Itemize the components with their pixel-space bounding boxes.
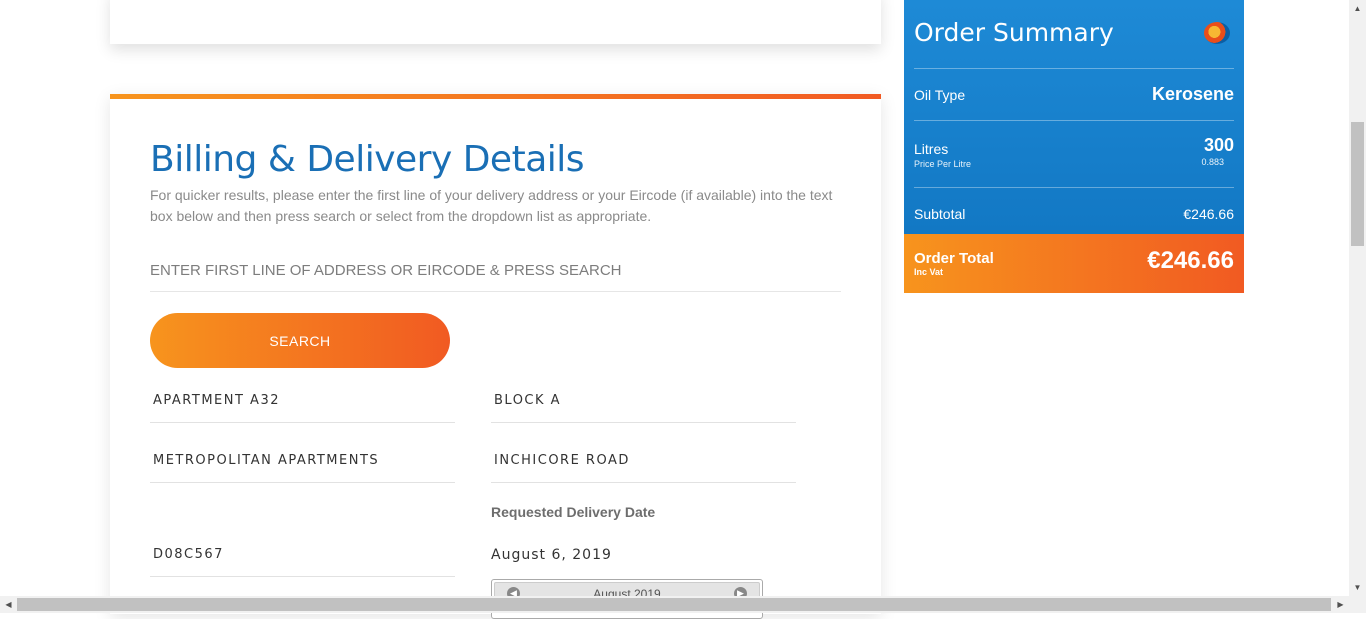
order-total-label: Order Total <box>914 250 994 267</box>
order-total-bar: Order Total Inc Vat €246.66 <box>904 234 1244 293</box>
scroll-right-icon[interactable]: ▶ <box>1332 600 1349 609</box>
address-line1-field[interactable] <box>150 379 455 423</box>
brand-logo-icon <box>1204 22 1230 44</box>
address-search-input[interactable] <box>150 249 841 292</box>
search-button[interactable]: SEARCH <box>150 313 450 368</box>
order-summary-title: Order Summary <box>914 18 1114 47</box>
scroll-down-icon[interactable]: ▼ <box>1349 583 1366 592</box>
vertical-scrollbar[interactable]: ▲ ▼ <box>1349 0 1366 596</box>
litres-row: Litres Price Per Litre 300 0.883 <box>914 120 1234 187</box>
vertical-scroll-thumb[interactable] <box>1351 122 1364 246</box>
address-line4-field[interactable] <box>491 439 796 483</box>
address-line3-field[interactable] <box>150 439 455 483</box>
page-title: Billing & Delivery Details <box>150 139 585 180</box>
litres-value: 300 <box>1203 135 1234 155</box>
horizontal-scrollbar[interactable]: ◀ ▶ <box>0 596 1366 613</box>
price-per-litre-label: Price Per Litre <box>914 159 972 169</box>
litres-label: Litres <box>914 141 949 157</box>
inc-vat-label: Inc Vat <box>914 267 944 277</box>
address-line2-field[interactable] <box>491 379 796 423</box>
scroll-left-icon[interactable]: ◀ <box>0 600 17 609</box>
scroll-up-icon[interactable]: ▲ <box>1349 4 1366 13</box>
order-summary-panel: Order Summary Oil Type Kerosene Litres P… <box>904 0 1244 234</box>
oil-type-label: Oil Type <box>914 87 966 103</box>
delivery-date-label: Requested Delivery Date <box>491 504 656 520</box>
eircode-field[interactable] <box>150 533 455 577</box>
previous-section-card <box>110 0 881 44</box>
billing-delivery-card: Billing & Delivery Details For quicker r… <box>110 94 881 619</box>
oil-type-value: Kerosene <box>1151 84 1234 104</box>
instructions-text: For quicker results, please enter the fi… <box>150 187 833 224</box>
price-per-litre-value: 0.883 <box>1201 157 1224 167</box>
delivery-date-value[interactable]: August 6, 2019 <box>491 547 612 563</box>
subtotal-value: €246.66 <box>1183 206 1234 222</box>
horizontal-scroll-thumb[interactable] <box>17 598 1331 611</box>
card-accent-bar <box>110 94 881 99</box>
subtotal-label: Subtotal <box>914 206 966 222</box>
oil-type-row: Oil Type Kerosene <box>914 68 1234 120</box>
order-total-value: €246.66 <box>1147 247 1234 274</box>
subtotal-row: Subtotal €246.66 <box>914 187 1234 234</box>
